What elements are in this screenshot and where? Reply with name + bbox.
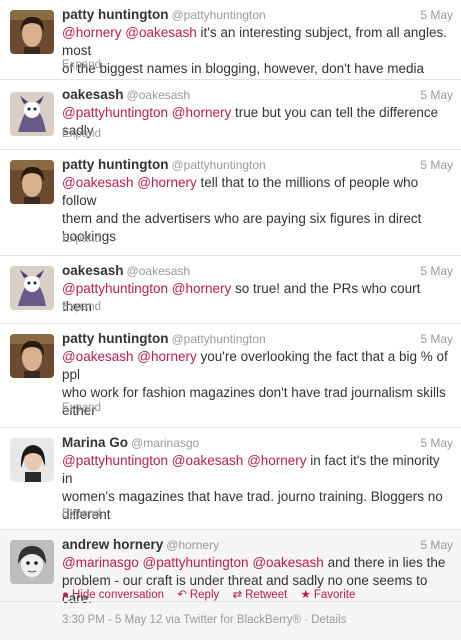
retweet-icon: ⇄ [232, 589, 243, 601]
tweet-text-line: bookings [62, 228, 451, 246]
reply-icon: ↶ [177, 589, 187, 601]
tweet[interactable]: patty huntington @pattyhuntington 5 May @… [0, 324, 461, 428]
tweet-actions: ● Hide conversation ↶ Reply ⇄ Retweet ★ Favo… [62, 587, 365, 601]
tweet-text-line: @pattyhuntington @hornery so true! and t… [62, 280, 451, 316]
tweet-text-segment: and there in lies the [323, 555, 446, 570]
favorite-button[interactable]: ★ Favorite [301, 589, 356, 601]
retweet-button[interactable]: ⇄ Retweet [232, 589, 287, 601]
mention-link[interactable]: @hornery [137, 349, 196, 364]
user-fullname[interactable]: patty huntington [62, 7, 168, 22]
mention-link[interactable]: @pattyhuntington [62, 453, 168, 468]
tweet-text: @oakesash @hornery you're overlooking th… [62, 348, 451, 420]
user-fullname[interactable]: Marina Go [62, 435, 128, 450]
mention-link[interactable]: @hornery [172, 281, 231, 296]
mention-link[interactable]: @oakesash [172, 453, 244, 468]
avatar[interactable] [10, 92, 54, 136]
divider [0, 601, 461, 602]
avatar[interactable] [10, 266, 54, 310]
tweet[interactable]: oakesash @oakesash 5 May @pattyhuntington… [0, 80, 461, 150]
avatar[interactable] [10, 334, 54, 378]
tweet-text-line: either [62, 402, 451, 420]
hide-conversation-icon: ● [62, 589, 69, 601]
mention-link[interactable]: @hornery [172, 105, 231, 120]
tweet-timestamp[interactable]: 5 May [420, 158, 453, 172]
user-fullname[interactable]: patty huntington [62, 331, 168, 346]
tweet-timestamp[interactable]: 5 May [420, 88, 453, 102]
star-icon: ★ [300, 589, 311, 601]
tweet-text-line: them and the advertisers who are paying … [62, 210, 451, 228]
user-fullname[interactable]: oakesash [62, 87, 124, 102]
timeline: patty huntington @pattyhuntington 5 May @… [0, 0, 461, 640]
mention-link[interactable]: @oakesash [125, 25, 197, 40]
tweet-text-line: @pattyhuntington @oakesash @hornery in f… [62, 452, 451, 488]
user-handle[interactable]: @hornery [166, 538, 219, 552]
user-fullname[interactable]: oakesash [62, 263, 124, 278]
mention-link[interactable]: @hornery [62, 25, 121, 40]
user-handle[interactable]: @pattyhuntington [171, 8, 265, 22]
tweet-metadata[interactable]: 3:30 PM - 5 May 12 via Twitter for Black… [62, 614, 346, 626]
user-fullname[interactable]: andrew hornery [62, 537, 163, 552]
user-handle[interactable]: @oakesash [127, 264, 191, 278]
mention-link[interactable]: @hornery [247, 453, 306, 468]
tweet-text-segment: women's magazines that have trad. journo… [62, 489, 443, 504]
tweet-text-line: different [62, 506, 451, 524]
tweet-timestamp[interactable]: 5 May [420, 332, 453, 346]
tweet-text-segment: who work for fashion magazines don't hav… [62, 385, 446, 400]
user-fullname[interactable]: patty huntington [62, 157, 168, 172]
expand-link[interactable]: Expand [62, 402, 101, 414]
tweet-text-line: @pattyhuntington @hornery true but you c… [62, 104, 451, 140]
tweet[interactable]: patty huntington @pattyhuntington 5 May @… [0, 150, 461, 256]
tweet-timestamp[interactable]: 5 May [420, 436, 453, 450]
mention-link[interactable]: @oakesash [62, 175, 134, 190]
tweet-timestamp[interactable]: 5 May [420, 8, 453, 22]
tweet-text-line: @oakesash @hornery tell that to the mill… [62, 174, 451, 210]
hide-conversation-link[interactable]: ● Hide conversation [62, 589, 164, 601]
mention-link[interactable]: @oakesash [62, 349, 134, 364]
avatar[interactable] [10, 160, 54, 204]
reply-button[interactable]: ↶ Reply [177, 589, 219, 601]
mention-link[interactable]: @pattyhuntington [62, 105, 168, 120]
tweet-text: @pattyhuntington @hornery true but you c… [62, 104, 451, 140]
expand-link[interactable]: Expand [62, 508, 101, 520]
tweet[interactable]: patty huntington @pattyhuntington 5 May @… [0, 0, 461, 94]
expand-link[interactable]: Expand [62, 59, 101, 71]
tweet-text: @oakesash @hornery tell that to the mill… [62, 174, 451, 246]
tweet-text-line: @oakesash @hornery you're overlooking th… [62, 348, 451, 384]
avatar[interactable] [10, 540, 54, 584]
tweet-text: @pattyhuntington @oakesash @hornery in f… [62, 452, 451, 524]
user-handle[interactable]: @marinasgo [131, 436, 199, 450]
user-handle[interactable]: @oakesash [127, 88, 191, 102]
mention-link[interactable]: @hornery [137, 175, 196, 190]
tweet-text-segment: them and the advertisers who are paying … [62, 211, 422, 226]
user-handle[interactable]: @pattyhuntington [171, 332, 265, 346]
tweet-text-line: who work for fashion magazines don't hav… [62, 384, 451, 402]
tweet-text-line: @marinasgo @pattyhuntington @oakesash an… [62, 554, 451, 572]
tweet-text: @pattyhuntington @hornery so true! and t… [62, 280, 451, 316]
expand-link[interactable]: Expand [62, 233, 101, 245]
avatar[interactable] [10, 10, 54, 54]
avatar[interactable] [10, 438, 54, 482]
mention-link[interactable]: @pattyhuntington [143, 555, 249, 570]
expand-link[interactable]: Expand [62, 301, 101, 313]
tweet-text-line: @hornery @oakesash it's an interesting s… [62, 24, 451, 60]
tweet[interactable]: oakesash @oakesash 5 May @pattyhuntington… [0, 256, 461, 324]
tweet[interactable]: Marina Go @marinasgo 5 May @pattyhuntingt… [0, 428, 461, 530]
mention-link[interactable]: @oakesash [252, 555, 324, 570]
user-handle[interactable]: @pattyhuntington [171, 158, 265, 172]
tweet-timestamp[interactable]: 5 May [420, 538, 453, 552]
mention-link[interactable]: @marinasgo [62, 555, 139, 570]
tweet-text-line: women's magazines that have trad. journo… [62, 488, 451, 506]
expand-link[interactable]: Expand [62, 128, 101, 140]
mention-link[interactable]: @pattyhuntington [62, 281, 168, 296]
tweet-timestamp[interactable]: 5 May [420, 264, 453, 278]
